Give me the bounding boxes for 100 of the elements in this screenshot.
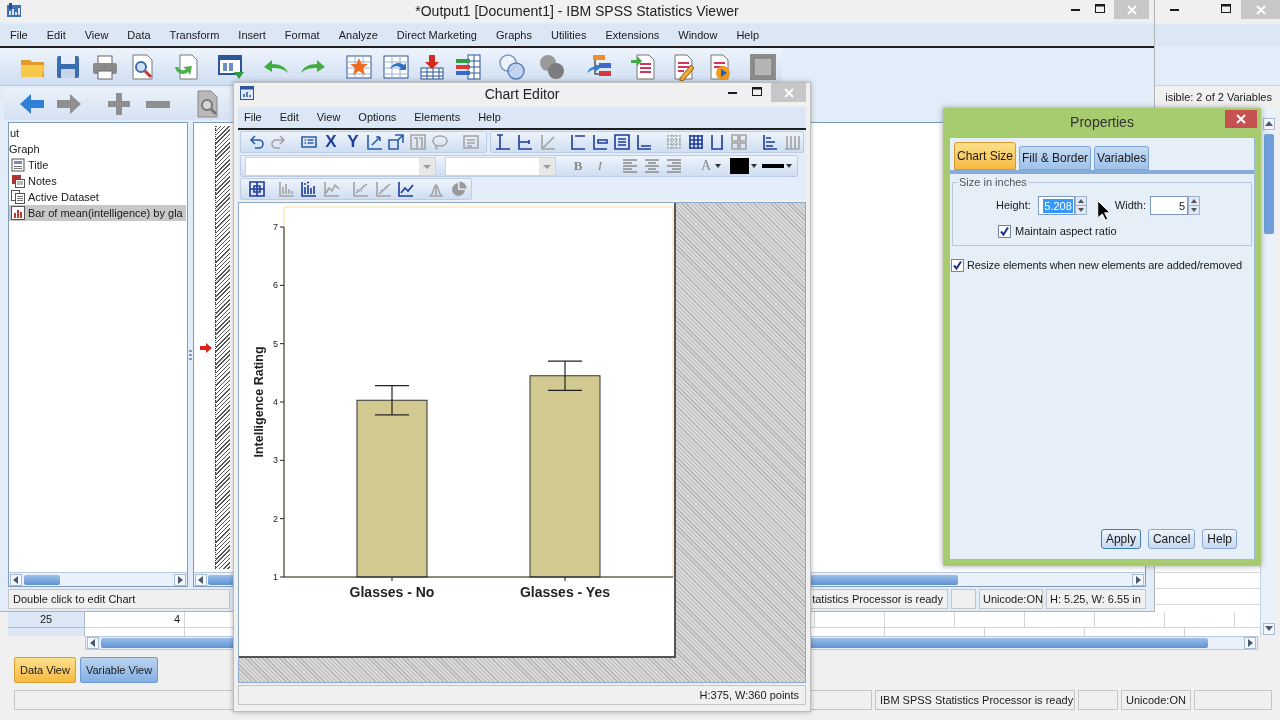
- y-axis-icon[interactable]: [495, 134, 511, 150]
- scroll-right-icon[interactable]: [1244, 637, 1256, 649]
- menu-item[interactable]: File: [244, 109, 262, 126]
- horizontal-bars-icon[interactable]: [762, 134, 778, 150]
- grid-icon[interactable]: [688, 134, 704, 150]
- title-bar-icon[interactable]: [570, 134, 586, 150]
- y-axis-button[interactable]: Y: [345, 133, 361, 151]
- scroll-left-icon[interactable]: [87, 637, 99, 649]
- star-table-icon[interactable]: [345, 52, 373, 81]
- menu-item[interactable]: Edit: [279, 109, 299, 126]
- outline-item[interactable]: Notes: [9, 173, 186, 189]
- undo-icon[interactable]: [249, 134, 265, 150]
- target-grid-icon[interactable]: [249, 181, 265, 197]
- maximize-icon[interactable]: [1095, 4, 1105, 13]
- table-bars-icon[interactable]: [454, 52, 482, 81]
- color-swatch-icon[interactable]: [730, 158, 749, 174]
- menu-item[interactable]: File: [10, 26, 28, 44]
- dialog-button[interactable]: Apply: [1100, 529, 1141, 549]
- menu-item[interactable]: Help: [478, 109, 501, 126]
- caret-icon[interactable]: [786, 164, 792, 168]
- line-chart-icon[interactable]: [398, 181, 414, 197]
- document-search-icon[interactable]: [195, 90, 219, 118]
- spinner-icon[interactable]: [1074, 196, 1087, 215]
- dialog-button[interactable]: Help: [1202, 529, 1237, 549]
- row-header-cell[interactable]: [8, 628, 85, 636]
- maximize-icon[interactable]: [752, 87, 762, 96]
- document-arrow-icon[interactable]: [172, 52, 200, 81]
- tab[interactable]: Variable View: [79, 657, 159, 683]
- distribution-icon[interactable]: [428, 181, 444, 197]
- scroll-up-icon[interactable]: [1262, 118, 1275, 130]
- menu-item[interactable]: Utilities: [551, 26, 587, 44]
- caret-icon[interactable]: [715, 164, 721, 168]
- minus-icon[interactable]: [146, 100, 170, 108]
- x-axis-button[interactable]: X: [323, 133, 339, 151]
- list-window-icon[interactable]: [301, 134, 317, 150]
- x-axis-icon[interactable]: [517, 134, 533, 150]
- menu-item[interactable]: Transform: [169, 26, 220, 44]
- menu-item[interactable]: View: [316, 109, 341, 126]
- menu-item[interactable]: Direct Marketing: [396, 26, 477, 44]
- circles-icon[interactable]: [538, 52, 566, 81]
- menu-item[interactable]: Data: [127, 26, 151, 44]
- menu-item[interactable]: Window: [678, 26, 718, 44]
- pie-icon[interactable]: [451, 181, 467, 197]
- scroll-right-icon[interactable]: [1132, 573, 1144, 586]
- scroll-right-icon[interactable]: [174, 573, 186, 586]
- footnote-icon[interactable]: [636, 134, 652, 150]
- back-arrow-icon[interactable]: [19, 93, 45, 115]
- error-bar-chart-icon[interactable]: [301, 181, 317, 197]
- column-box-icon[interactable]: [410, 134, 426, 150]
- menu-item[interactable]: Format: [284, 26, 320, 44]
- outline-item[interactable]: Graph: [9, 141, 186, 157]
- close-button[interactable]: [1225, 110, 1257, 128]
- framed-lines-icon[interactable]: [614, 134, 630, 150]
- menu-item[interactable]: Insert: [238, 26, 266, 44]
- fit-line-icon[interactable]: [376, 181, 392, 197]
- circles-icon[interactable]: [498, 52, 526, 81]
- splitter-grip-icon[interactable]: [189, 349, 192, 360]
- number-field[interactable]: 5: [1150, 196, 1189, 215]
- legend-icon[interactable]: [592, 134, 608, 150]
- menu-item[interactable]: Edit: [46, 26, 66, 44]
- scroll-down-icon[interactable]: [1262, 623, 1275, 635]
- dialog-button[interactable]: Cancel: [1147, 529, 1196, 549]
- plus-icon[interactable]: [107, 92, 131, 116]
- scroll-left-icon[interactable]: [10, 573, 22, 586]
- diagonal-axis-icon[interactable]: [540, 134, 556, 150]
- align-left-icon[interactable]: [622, 158, 638, 174]
- maximize-icon[interactable]: [1221, 4, 1231, 13]
- tab[interactable]: Data View: [14, 657, 76, 683]
- square-icon[interactable]: [749, 52, 777, 81]
- scrollbar-thumb[interactable]: [1263, 134, 1274, 234]
- outline-item[interactable]: ut: [9, 125, 186, 141]
- tab[interactable]: Variables: [1094, 146, 1150, 170]
- lasso-icon[interactable]: [432, 134, 448, 150]
- redo-icon[interactable]: [270, 134, 286, 150]
- menu-item[interactable]: Options: [358, 109, 397, 126]
- outline-item[interactable]: Bar of mean(intelligence) by gla: [9, 205, 186, 221]
- checkbox[interactable]: [951, 258, 964, 272]
- table-download-icon[interactable]: [418, 52, 446, 81]
- vertical-bars-icon[interactable]: [784, 134, 800, 150]
- align-center-icon[interactable]: [644, 158, 660, 174]
- scrollbar-thumb[interactable]: [24, 574, 60, 585]
- forward-arrow-icon[interactable]: [56, 93, 82, 115]
- blocks-icon[interactable]: [731, 134, 747, 150]
- area-chart-icon[interactable]: [324, 181, 340, 197]
- row-header-cell[interactable]: 25: [8, 612, 85, 628]
- align-right-icon[interactable]: [666, 158, 682, 174]
- checkbox[interactable]: [998, 224, 1011, 238]
- window-arrow-icon[interactable]: [217, 52, 245, 81]
- caret-icon[interactable]: [751, 164, 757, 168]
- resize-box-icon[interactable]: [388, 134, 404, 150]
- menu-item[interactable]: Elements: [414, 109, 461, 126]
- menu-item[interactable]: Graphs: [495, 26, 532, 44]
- outline-item[interactable]: Active Dataset: [9, 189, 186, 205]
- scatter-line-icon[interactable]: [353, 181, 369, 197]
- menu-item[interactable]: View: [84, 26, 109, 44]
- tab[interactable]: Chart Size: [954, 142, 1017, 170]
- document-arrow-icon[interactable]: [629, 52, 657, 81]
- menu-item[interactable]: Help: [736, 26, 759, 44]
- table-arrow-icon[interactable]: [382, 52, 410, 81]
- scroll-left-icon[interactable]: [195, 573, 207, 586]
